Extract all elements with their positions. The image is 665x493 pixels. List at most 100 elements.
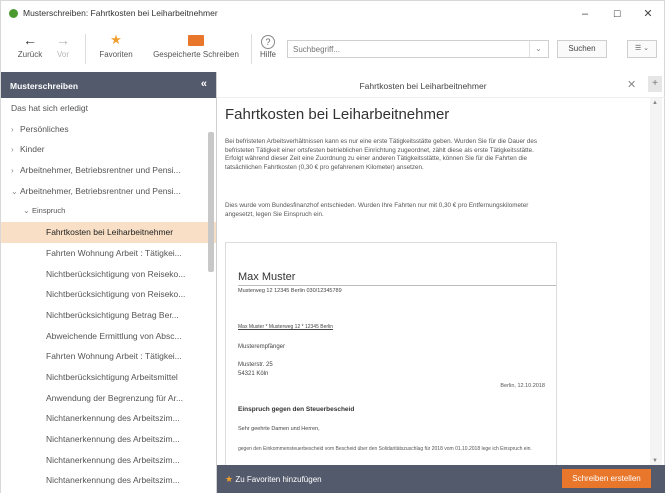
search-input[interactable] xyxy=(287,40,549,58)
article-paragraph: Dies wurde vom Bundesfinanzhof entschied… xyxy=(225,202,529,218)
tree-item-label: Fahrten Wohnung Arbeit : Tätigkei... xyxy=(46,351,182,362)
tree-item[interactable]: Nichtberücksichtigung Arbeitsmittel xyxy=(1,367,216,388)
forward-button[interactable]: → Vor xyxy=(51,30,75,68)
article-paragraph: Bei befristeten Arbeitsverhältnissen kan… xyxy=(225,138,537,172)
tree-item[interactable]: Fahrten Wohnung Arbeit : Tätigkei... xyxy=(1,346,216,367)
tree-item[interactable]: Das hat sich erledigt xyxy=(1,98,216,119)
tree-item-label: Anwendung der Begrenzung für Ar... xyxy=(46,392,184,403)
chevron-down-icon[interactable]: ⌄ xyxy=(23,201,32,222)
letter-sender-address: Musterweg 12 12345 Berlin 030/12345789 xyxy=(238,288,342,294)
folder-icon xyxy=(188,35,204,46)
search-dropdown-icon[interactable]: ⌄ xyxy=(529,41,547,57)
tree-item-label: Fahrten Wohnung Arbeit : Tätigkei... xyxy=(46,247,182,258)
chevron-right-icon[interactable]: › xyxy=(11,120,20,140)
add-to-favorites-button[interactable]: ★ Zu Favoriten hinzufügen xyxy=(225,474,322,485)
tree-item[interactable]: Nichtanerkennung des Arbeitszim... xyxy=(1,450,216,471)
saved-letters-label: Gespeicherte Schreiben xyxy=(153,50,239,59)
scroll-down-icon[interactable]: ▼ xyxy=(652,458,658,464)
sidebar-title: Musterschreiben xyxy=(10,81,79,91)
tree-item-selected[interactable]: Fahrtkosten bei Leiharbeitnehmer xyxy=(1,222,216,243)
chevron-right-icon[interactable]: › xyxy=(11,140,20,160)
star-icon: ★ xyxy=(225,474,234,484)
tree-item[interactable]: ⌄ Einspruch xyxy=(1,201,216,222)
new-tab-icon[interactable]: + xyxy=(648,76,662,92)
letter-recipient-name: Musterempfänger xyxy=(238,344,286,350)
tree-item-label: Kinder xyxy=(20,144,45,155)
maximize-button[interactable]: ☐ xyxy=(606,6,628,22)
minimize-button[interactable]: – xyxy=(574,6,596,22)
tree-item[interactable]: › Kinder xyxy=(1,139,216,160)
tree-item-label: Nichtanerkennung des Arbeitszim... xyxy=(46,434,180,444)
document-tab-title: Fahrtkosten bei Leiharbeitnehmer xyxy=(359,81,487,91)
help-button[interactable]: ? Hilfe xyxy=(256,30,280,68)
close-window-button[interactable]: ✕ xyxy=(637,6,659,22)
letter-recipient-city: 54321 Köln xyxy=(238,371,269,377)
help-label: Hilfe xyxy=(259,50,276,59)
category-tree: Das hat sich erledigt › Persönliches › Kinde… xyxy=(1,98,216,493)
letter-date: Berlin, 12.10.2018 xyxy=(500,383,545,389)
tree-item[interactable]: Fahrten Wohnung Arbeit : Tätigkei... xyxy=(1,243,216,264)
tree-item-label: Nichtanerkennung des Arbeitszim... xyxy=(46,475,180,486)
collapse-sidebar-icon[interactable]: « xyxy=(201,78,207,90)
toolbar: ← Zurück → Vor ★ Favoriten Gespeicherte … xyxy=(0,26,665,72)
letter-recipient-street: Musterstr. 25 xyxy=(238,362,273,368)
letter-subject: Einspruch gegen den Steuerbescheid xyxy=(238,406,355,413)
back-label: Zurück xyxy=(17,50,43,59)
action-bar: ★ Zu Favoriten hinzufügen Schreiben erst… xyxy=(217,465,665,493)
chevron-down-icon[interactable]: ⌄ xyxy=(11,182,20,202)
close-document-icon[interactable]: ✕ xyxy=(627,78,636,91)
sidebar-header: Musterschreiben « xyxy=(1,72,216,98)
letter-sender-name: Max Muster xyxy=(238,271,296,283)
sidebar-scrollbar[interactable] xyxy=(208,132,214,272)
tree-item[interactable]: Anwendung der Begrenzung für Ar... xyxy=(1,388,216,409)
sidebar: Musterschreiben « Das hat sich erledigt ›… xyxy=(0,72,217,493)
tree-item[interactable]: › Persönliches xyxy=(1,119,216,140)
tree-item-label: Einspruch xyxy=(32,206,66,216)
arrow-left-icon: ← xyxy=(23,32,37,48)
letter-divider xyxy=(238,285,556,286)
chevron-right-icon[interactable]: › xyxy=(11,161,20,181)
tree-item-label: Arbeitnehmer, Betriebsrentner und Pensi.… xyxy=(20,165,181,176)
letter-return-address: Max Muster * Musterweg 12 * 12345 Berlin xyxy=(238,324,334,330)
view-options-button[interactable]: ☰ ⌄ xyxy=(627,40,657,58)
toolbar-divider xyxy=(251,34,252,64)
tree-item[interactable]: Nichtberücksichtigung Betrag Ber... xyxy=(1,305,216,326)
star-icon: ★ xyxy=(110,32,122,47)
tree-item[interactable]: Nichtanerkennung des Arbeitszim... xyxy=(1,470,216,491)
tree-item-label: Das hat sich erledigt xyxy=(11,103,89,113)
tree-item-label: Arbeitnehmer, Betriebsrentner und Pensi.… xyxy=(20,185,181,196)
tree-item-label: Abweichende Ermittlung von Absc... xyxy=(46,330,182,341)
letter-salutation: Sehr geehrte Damen und Herren, xyxy=(238,426,320,432)
tree-item[interactable]: Nichtberücksichtigung von Reiseko... xyxy=(1,284,216,305)
forward-label: Vor xyxy=(56,50,69,59)
favorites-label: Favoriten xyxy=(99,50,133,59)
tree-item-label: Fahrtkosten bei Leiharbeitnehmer xyxy=(46,227,174,238)
tree-item-label: Nichtberücksichtigung Arbeitsmittel xyxy=(46,371,178,382)
title-bar: Musterschreiben: Fahrtkosten bei Leiharb… xyxy=(0,0,665,26)
saved-letters-button[interactable]: Gespeicherte Schreiben xyxy=(147,30,245,68)
tree-item-label: Persönliches xyxy=(20,123,69,134)
app-logo-icon xyxy=(9,9,18,18)
letter-body: gegen den Einkommensteuerbescheid vom Be… xyxy=(238,446,532,452)
tree-item[interactable]: ⌄ Arbeitnehmer, Betriebsrentner und Pensi… xyxy=(1,181,216,202)
tree-item[interactable]: Abweichende Ermittlung von Absc... xyxy=(1,326,216,347)
tree-item-label: Nichtberücksichtigung Betrag Ber... xyxy=(46,309,179,320)
search-button[interactable]: Suchen xyxy=(557,40,607,58)
tree-item[interactable]: › Arbeitnehmer, Betriebsrentner und Pensi… xyxy=(1,160,216,181)
scroll-up-icon[interactable]: ▲ xyxy=(652,100,658,106)
document-scrollbar[interactable]: ▲ ▼ xyxy=(650,98,662,466)
create-letter-button[interactable]: Schreiben erstellen xyxy=(562,469,651,488)
tree-item[interactable]: Nichtberücksichtigung von Reiseko... xyxy=(1,264,216,285)
tree-item-label: Nichtanerkennung des Arbeitszim... xyxy=(46,413,180,424)
back-button[interactable]: ← Zurück xyxy=(15,30,45,68)
tree-item[interactable]: Nichtanerkennung des Arbeitszim... xyxy=(1,429,216,450)
tree-item-label: Nichtanerkennung des Arbeitszim... xyxy=(46,454,180,465)
document-pane: Fahrtkosten bei Leiharbeitnehmer ✕ + ▲ ▼… xyxy=(217,72,665,493)
arrow-right-icon: → xyxy=(56,32,70,48)
add-to-favorites-label: Zu Favoriten hinzufügen xyxy=(235,475,322,484)
toolbar-divider xyxy=(85,34,86,64)
article-title: Fahrtkosten bei Leiharbeitnehmer xyxy=(225,106,450,123)
favorites-button[interactable]: ★ Favoriten xyxy=(95,30,137,68)
letter-preview: Max Muster Musterweg 12 12345 Berlin 030… xyxy=(225,242,557,466)
tree-item[interactable]: Nichtanerkennung des Arbeitszim... xyxy=(1,408,216,429)
